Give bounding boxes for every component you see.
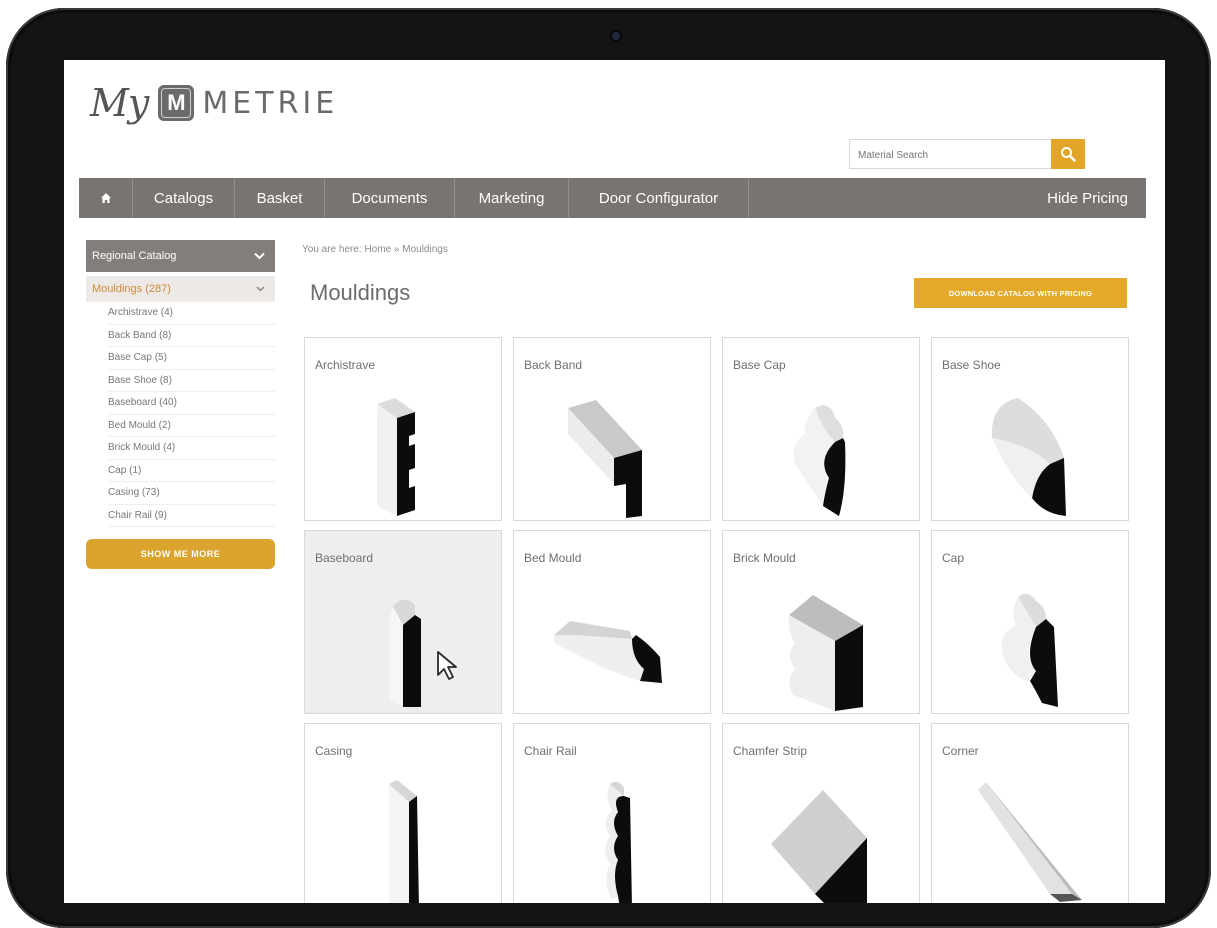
product-tile-casing[interactable]: Casing (304, 723, 502, 903)
chevron-down-icon (256, 286, 265, 292)
search-icon (1061, 147, 1076, 162)
base-shoe-profile-image (991, 398, 1066, 516)
product-tile-back-band[interactable]: Back Band (513, 337, 711, 521)
subcategory-item[interactable]: Baseboard (40) (108, 392, 275, 415)
product-tile-chamfer-strip[interactable]: Chamfer Strip (722, 723, 920, 903)
subcategory-item[interactable]: Brick Mould (4) (108, 437, 275, 460)
product-tile-brick-mould[interactable]: Brick Mould (722, 530, 920, 714)
subcategory-item[interactable]: Casing (73) (108, 482, 275, 505)
subcategory-list: Archistrave (4) Back Band (8) Base Cap (… (86, 302, 275, 527)
base-cap-profile-image (793, 405, 846, 516)
product-tile-bed-mould[interactable]: Bed Mould (513, 530, 711, 714)
archistrave-profile-image (377, 398, 415, 516)
chevron-down-icon (254, 252, 265, 260)
logo-my-text: My (90, 81, 149, 125)
product-tile-archistrave[interactable]: Archistrave (304, 337, 502, 521)
subcategory-item[interactable]: Cap (1) (108, 460, 275, 482)
catalog-select-label: Regional Catalog (92, 250, 177, 262)
download-catalog-button[interactable]: DOWNLOAD CATALOG WITH PRICING (914, 278, 1127, 308)
hide-pricing-link[interactable]: Hide Pricing (1047, 178, 1146, 218)
subcategory-item[interactable]: Bed Mould (2) (108, 415, 275, 437)
breadcrumb: You are here: Home » Mouldings (302, 244, 448, 255)
subcategory-item[interactable]: Back Band (8) (108, 325, 275, 347)
main-nav: Catalogs Basket Documents Marketing Door… (79, 178, 1146, 218)
nav-basket[interactable]: Basket (235, 178, 325, 218)
page-title: Mouldings (310, 280, 411, 305)
subcategory-item[interactable]: Chair Rail (9) (108, 505, 275, 527)
nav-door-configurator[interactable]: Door Configurator (569, 178, 749, 218)
brick-mould-profile-image (788, 595, 863, 711)
product-tile-cap[interactable]: Cap (931, 530, 1129, 714)
back-band-profile-image (568, 400, 642, 518)
search-button[interactable] (1051, 139, 1085, 169)
product-tile-base-cap[interactable]: Base Cap (722, 337, 920, 521)
logo[interactable]: My M METRIE (90, 78, 338, 128)
cap-profile-image (1001, 593, 1058, 707)
chamfer-strip-profile-image (771, 790, 867, 903)
tablet-frame: My M METRIE Catalogs Basket Documents (6, 8, 1211, 928)
mouse-cursor-icon (437, 651, 457, 680)
casing-profile-image (389, 780, 419, 903)
chair-rail-profile-image (605, 781, 632, 903)
corner-profile-image (978, 782, 1082, 902)
nav-marketing[interactable]: Marketing (455, 178, 569, 218)
camera-dot (612, 32, 620, 40)
baseboard-profile-image (389, 599, 421, 707)
subcategory-item[interactable]: Base Shoe (8) (108, 370, 275, 392)
show-more-button[interactable]: SHOW ME MORE (86, 539, 275, 569)
search-box (849, 139, 1085, 169)
bed-mould-profile-image (554, 621, 662, 683)
category-mouldings[interactable]: Mouldings (287) (86, 276, 275, 302)
product-tile-baseboard[interactable]: Baseboard (304, 530, 502, 714)
nav-catalogs[interactable]: Catalogs (133, 178, 235, 218)
home-icon (100, 193, 111, 203)
product-tile-corner[interactable]: Corner (931, 723, 1129, 903)
nav-home[interactable] (79, 178, 133, 218)
subcategory-item[interactable]: Base Cap (5) (108, 347, 275, 370)
subcategory-item[interactable]: Archistrave (4) (108, 302, 275, 325)
nav-documents[interactable]: Documents (325, 178, 455, 218)
logo-badge: M (158, 85, 195, 121)
catalog-select[interactable]: Regional Catalog (86, 240, 275, 272)
search-input[interactable] (856, 141, 1050, 169)
sidebar: Regional Catalog Mouldings (287) Archist… (86, 240, 275, 569)
category-label: Mouldings (287) (92, 283, 171, 295)
logo-name: METRIE (202, 85, 339, 121)
product-tile-chair-rail[interactable]: Chair Rail (513, 723, 711, 903)
product-tile-base-shoe[interactable]: Base Shoe (931, 337, 1129, 521)
screen: My M METRIE Catalogs Basket Documents (64, 60, 1165, 903)
